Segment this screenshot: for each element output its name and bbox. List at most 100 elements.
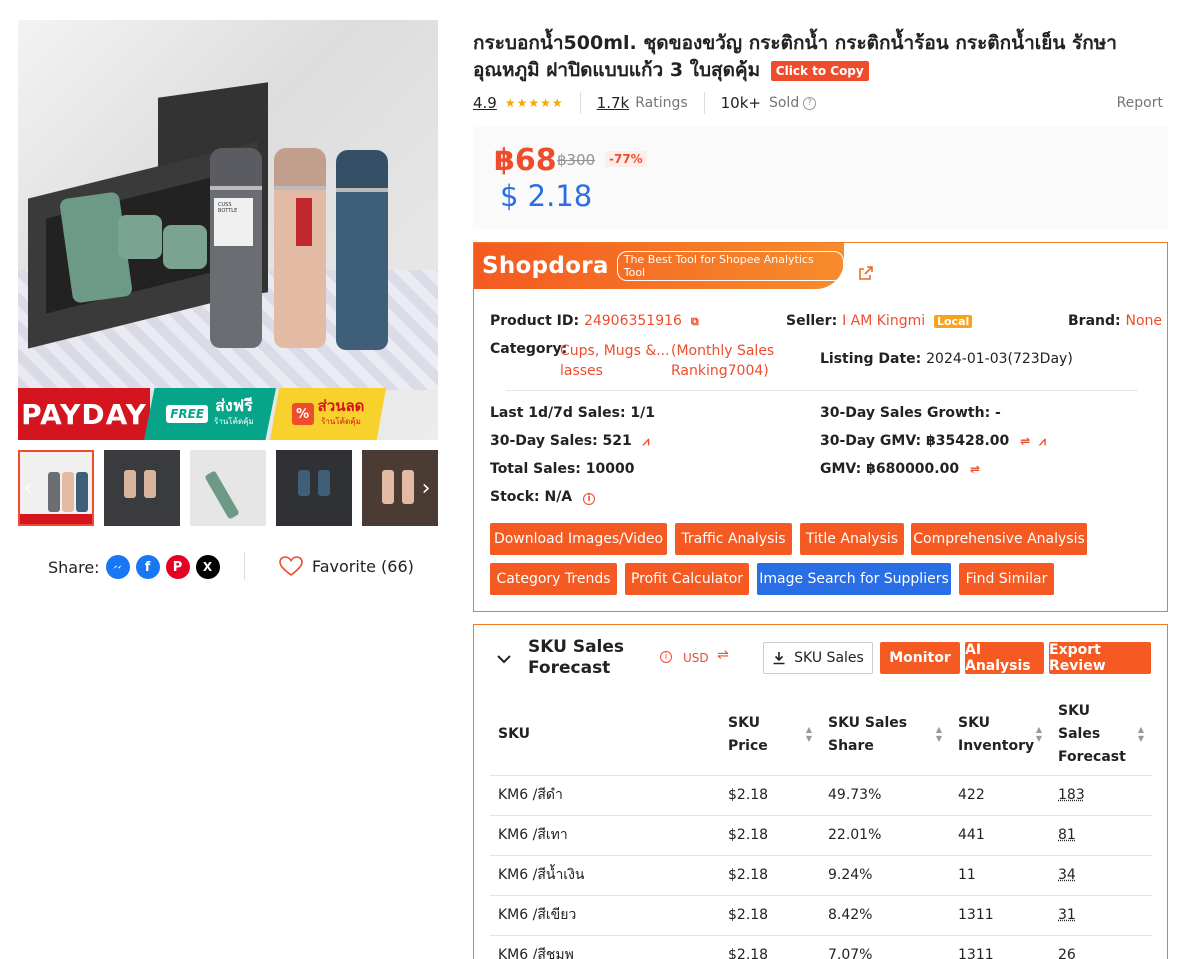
sku-share: 7.07%: [820, 935, 950, 959]
share-row: Share: f P X: [48, 553, 226, 581]
brand-row: Brand: None: [1068, 313, 1162, 329]
sort-icon[interactable]: ▲ ▼: [1136, 725, 1146, 743]
sort-icon[interactable]: ▲ ▼: [934, 725, 944, 743]
category-trends-button[interactable]: Category Trends: [490, 563, 617, 595]
sort-icon[interactable]: ▲ ▼: [1034, 725, 1044, 743]
column-header-price[interactable]: SKU Price ▲ ▼: [720, 695, 820, 775]
sku-inventory: 422: [950, 775, 1050, 815]
trend-chart-icon[interactable]: ⩘: [1039, 434, 1046, 448]
traffic-analysis-button[interactable]: Traffic Analysis: [675, 523, 792, 555]
report-link[interactable]: Report: [1117, 95, 1163, 111]
thumbnail-4[interactable]: [276, 450, 352, 526]
brand-value[interactable]: None: [1125, 313, 1162, 329]
image-search-suppliers-button[interactable]: Image Search for Suppliers: [757, 563, 951, 595]
category-label: Category:: [490, 341, 567, 357]
blue-bottle: [336, 150, 388, 350]
thumbnail-3[interactable]: [190, 450, 266, 526]
help-icon[interactable]: ?: [803, 97, 816, 110]
green-cup: [118, 215, 162, 259]
thumbnail-2[interactable]: [104, 450, 180, 526]
free-label: FREE: [166, 405, 208, 423]
sku-forecast[interactable]: 34: [1050, 855, 1152, 895]
favorite-button[interactable]: Favorite (66): [278, 555, 414, 577]
discount-sub: ร้านโค้ดคุ้ม: [318, 414, 365, 429]
download-images-button[interactable]: Download Images/Video: [490, 523, 667, 555]
collapse-chevron-icon[interactable]: [496, 649, 512, 668]
divider: [506, 390, 1138, 391]
column-header-forecast[interactable]: SKU Sales Forecast ▲ ▼: [1050, 695, 1152, 775]
sku-name: KM6 /สีเทา: [490, 815, 720, 855]
share-divider: [244, 552, 245, 580]
product-main-image[interactable]: CUSS BOTTLE PAYDAY FREE ส่งฟรี ร้านโค้ดคุ…: [18, 20, 438, 440]
monitor-button[interactable]: Monitor: [880, 642, 960, 674]
category-link[interactable]: Cups, Mugs &... lasses: [560, 341, 670, 381]
heart-icon: [278, 555, 304, 577]
external-link-icon[interactable]: [859, 265, 873, 284]
sku-forecast[interactable]: 26: [1050, 935, 1152, 959]
profit-calculator-button[interactable]: Profit Calculator: [625, 563, 749, 595]
pink-bottle: [274, 148, 326, 348]
sku-name: KM6 /สีดำ: [490, 775, 720, 815]
product-id-value[interactable]: 24906351916: [584, 313, 682, 329]
star-rating-icon: ★★★★★: [505, 96, 564, 110]
category-ranking[interactable]: (Monthly Sales Ranking7004): [671, 341, 774, 381]
facebook-icon[interactable]: f: [136, 555, 160, 579]
discount-badge: -77%: [605, 151, 647, 167]
ai-analysis-button[interactable]: AI Analysis: [965, 642, 1044, 674]
sku-inventory: 1311: [950, 895, 1050, 935]
trend-chart-icon[interactable]: ⩘: [643, 434, 650, 448]
ratings-count[interactable]: 1.7k: [597, 94, 630, 112]
sku-price: $2.18: [720, 935, 820, 959]
messenger-icon[interactable]: [106, 555, 130, 579]
favorite-label: Favorite (66): [312, 557, 414, 576]
column-header-inventory[interactable]: SKU Inventory ▲ ▼: [950, 695, 1050, 775]
download-icon: [772, 651, 786, 665]
title-analysis-button[interactable]: Title Analysis: [800, 523, 904, 555]
find-similar-button[interactable]: Find Similar: [959, 563, 1054, 595]
product-id-label: Product ID:: [490, 313, 579, 329]
swap-icon[interactable]: ⇌: [970, 462, 980, 476]
discount-text: ส่วนลด: [318, 397, 365, 415]
export-review-button[interactable]: Export Review: [1049, 642, 1151, 674]
info-icon[interactable]: i: [583, 493, 595, 505]
sku-forecast[interactable]: 183: [1050, 775, 1152, 815]
rating-value[interactable]: 4.9: [473, 94, 497, 112]
seller-label: Seller:: [786, 313, 837, 329]
total-sales: Total Sales: 10000: [490, 461, 634, 477]
column-header-share[interactable]: SKU Sales Share ▲ ▼: [820, 695, 950, 775]
sku-inventory: 1311: [950, 935, 1050, 959]
sku-share: 9.24%: [820, 855, 950, 895]
sku-table: SKU SKU Price ▲ ▼ SKU Sales Share ▲ ▼ SKU In…: [490, 695, 1152, 959]
sku-price: $2.18: [720, 855, 820, 895]
sku-forecast[interactable]: 81: [1050, 815, 1152, 855]
shopdora-tagline: The Best Tool for Shopee Analytics Tool: [617, 251, 844, 281]
local-badge: Local: [934, 315, 972, 328]
comprehensive-analysis-button[interactable]: Comprehensive Analysis: [911, 523, 1087, 555]
currency-toggle[interactable]: USD: [683, 651, 709, 665]
table-row: KM6 /สีชมพู $2.18 7.07% 1311 26: [490, 935, 1152, 959]
sort-icon[interactable]: ▲ ▼: [804, 725, 814, 743]
x-icon[interactable]: X: [196, 555, 220, 579]
shopdora-logo: Shopdora: [482, 253, 609, 279]
brand-label: Brand:: [1068, 313, 1121, 329]
sales-growth: 30-Day Sales Growth: -: [820, 405, 1001, 421]
sku-name: KM6 /สีน้ำเงิน: [490, 855, 720, 895]
info-icon[interactable]: i: [660, 651, 672, 663]
gmv-row: GMV: ฿680000.00 ⇌: [820, 461, 980, 477]
table-row: KM6 /สีน้ำเงิน $2.18 9.24% 11 34: [490, 855, 1152, 895]
sku-forecast[interactable]: 31: [1050, 895, 1152, 935]
percent-icon: %: [292, 403, 314, 425]
listing-date-value: 2024-01-03(723Day): [926, 351, 1073, 367]
swap-icon[interactable]: ⇌: [717, 647, 729, 663]
copy-title-button[interactable]: Click to Copy: [771, 61, 869, 81]
pinterest-icon[interactable]: P: [166, 555, 190, 579]
copy-icon[interactable]: ⧉: [691, 315, 699, 328]
sku-share: 49.73%: [820, 775, 950, 815]
swap-icon[interactable]: ⇌: [1020, 434, 1030, 448]
sku-sales-download-button[interactable]: SKU Sales: [763, 642, 873, 674]
thumbnail-prev-arrow[interactable]: ‹: [18, 450, 38, 526]
seller-link[interactable]: I AM Kingmi: [842, 313, 925, 329]
thumbnail-strip: [18, 450, 438, 526]
thumbnail-next-arrow[interactable]: ›: [416, 450, 436, 526]
table-header-row: SKU SKU Price ▲ ▼ SKU Sales Share ▲ ▼ SKU In…: [490, 695, 1152, 775]
